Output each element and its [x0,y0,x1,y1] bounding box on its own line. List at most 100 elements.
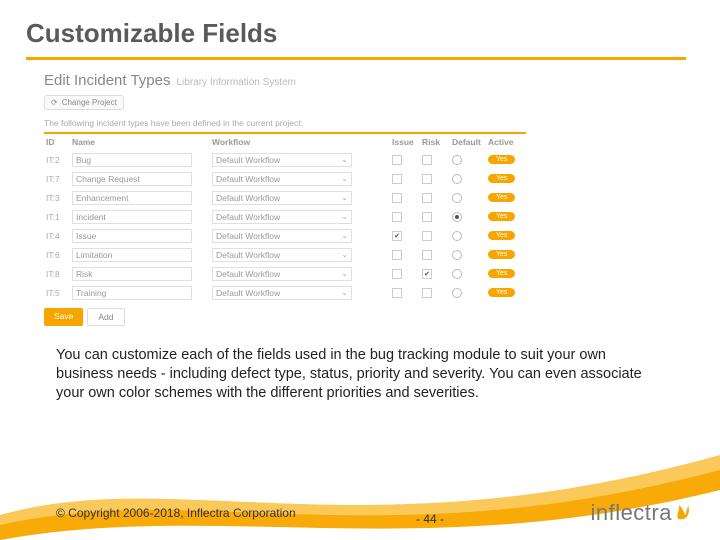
row-id: IT:7 [44,169,70,188]
incident-types-table: IDNameWorkflowIssueRiskDefaultActiveIT:2… [44,132,676,302]
row-default-cell [450,264,486,283]
active-toggle[interactable]: Yes [488,269,515,278]
active-toggle[interactable]: Yes [488,212,515,221]
row-workflow-cell: Default Workflow⌄ [210,150,390,169]
active-toggle[interactable]: Yes [488,193,515,202]
chevron-down-icon: ⌄ [341,288,348,297]
workflow-select[interactable]: Default Workflow⌄ [212,172,352,186]
active-toggle[interactable]: Yes [488,155,515,164]
active-toggle[interactable]: Yes [488,231,515,240]
page-number: - 44 - [416,512,444,526]
copyright-text: © Copyright 2006-2018, Inflectra Corpora… [56,506,296,520]
risk-checkbox[interactable] [422,288,432,298]
risk-checkbox[interactable]: ✔ [422,269,432,279]
row-issue-cell [390,207,420,226]
issue-checkbox[interactable] [392,212,402,222]
add-button[interactable]: Add [87,308,124,326]
col-header-active: Active [486,132,526,150]
flame-icon [674,501,690,526]
row-risk-cell [420,169,450,188]
issue-checkbox[interactable]: ✔ [392,231,402,241]
row-name-cell [70,150,210,169]
change-project-button[interactable]: ⟳ Change Project [44,95,124,110]
row-active-cell: Yes [486,226,526,245]
default-radio[interactable] [452,193,462,203]
workflow-select[interactable]: Default Workflow⌄ [212,267,352,281]
body-paragraph: You can customize each of the fields use… [56,346,664,403]
issue-checkbox[interactable] [392,193,402,203]
default-radio[interactable] [452,155,462,165]
action-row: Save Add [44,308,676,326]
name-input[interactable] [72,229,192,243]
row-risk-cell [420,188,450,207]
default-radio[interactable] [452,269,462,279]
row-id: IT:4 [44,226,70,245]
default-radio[interactable] [452,250,462,260]
issue-checkbox[interactable] [392,174,402,184]
active-toggle[interactable]: Yes [488,288,515,297]
name-input[interactable] [72,210,192,224]
issue-checkbox[interactable] [392,250,402,260]
workflow-select-label: Default Workflow [216,250,280,260]
row-workflow-cell: Default Workflow ⌄ [210,283,390,302]
screenshot-title: Edit Incident Types [44,72,170,89]
default-radio[interactable] [452,231,462,241]
name-input[interactable] [72,267,192,281]
col-header-risk: Risk [420,132,450,150]
default-radio[interactable] [452,174,462,184]
workflow-select[interactable]: Default Workflow⌄ [212,229,352,243]
intro-text: The following incident types have been d… [44,118,676,128]
row-default-cell [450,245,486,264]
embedded-screenshot: Edit Incident Types Library Information … [44,72,676,326]
risk-checkbox[interactable] [422,250,432,260]
logo-text: inflectra [590,500,672,526]
active-toggle[interactable]: Yes [488,250,515,259]
risk-checkbox[interactable] [422,193,432,203]
default-radio[interactable] [452,288,462,298]
row-id: IT:6 [44,245,70,264]
row-active-cell: Yes [486,207,526,226]
row-risk-cell [420,207,450,226]
workflow-select[interactable]: Default Workflow ⌄ [212,210,352,224]
row-risk-cell [420,150,450,169]
row-name-cell [70,226,210,245]
risk-checkbox[interactable] [422,231,432,241]
name-input[interactable] [72,248,192,262]
risk-checkbox[interactable] [422,174,432,184]
active-toggle[interactable]: Yes [488,174,515,183]
risk-checkbox[interactable] [422,155,432,165]
title-underline [26,57,686,60]
row-id: IT:2 [44,150,70,169]
workflow-select[interactable]: Default Workflow⌄ [212,191,352,205]
name-input[interactable] [72,286,192,300]
issue-checkbox[interactable] [392,269,402,279]
row-id: IT:3 [44,188,70,207]
chevron-down-icon: ⌄ [341,250,348,259]
name-input[interactable] [72,153,192,167]
name-input[interactable] [72,172,192,186]
workflow-select-label: Default Workflow [216,231,280,241]
row-id: IT:5 [44,283,70,302]
name-input[interactable] [72,191,192,205]
row-name-cell [70,188,210,207]
default-radio[interactable] [452,212,462,222]
row-issue-cell: ✔ [390,226,420,245]
row-issue-cell [390,245,420,264]
row-default-cell [450,207,486,226]
risk-checkbox[interactable] [422,212,432,222]
issue-checkbox[interactable] [392,288,402,298]
save-button[interactable]: Save [44,308,83,326]
workflow-select-label: Default Workflow [216,212,280,222]
row-risk-cell [420,283,450,302]
chevron-down-icon: ⌄ [341,269,348,278]
row-active-cell: Yes [486,245,526,264]
col-header-issue: Issue [390,132,420,150]
row-issue-cell [390,169,420,188]
workflow-select[interactable]: Default Workflow⌄ [212,153,352,167]
workflow-select[interactable]: Default Workflow ⌄ [212,286,352,300]
chevron-down-icon: ⌄ [341,212,348,221]
workflow-select-label: Default Workflow [216,288,280,298]
row-issue-cell [390,264,420,283]
issue-checkbox[interactable] [392,155,402,165]
workflow-select[interactable]: Default Workflow ⌄ [212,248,352,262]
